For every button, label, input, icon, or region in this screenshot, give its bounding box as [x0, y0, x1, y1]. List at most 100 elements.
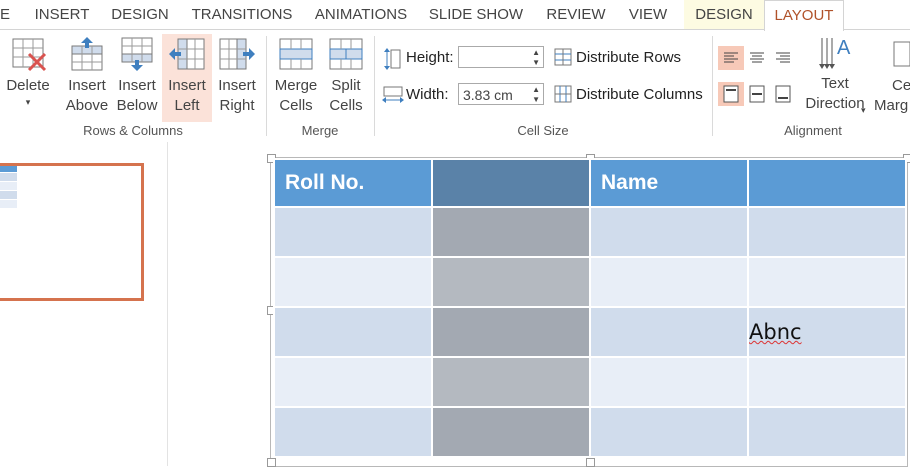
tab-home-partial[interactable]: E	[0, 0, 12, 30]
spin-up-icon[interactable]: ▲	[532, 85, 540, 95]
table-cell[interactable]	[747, 256, 907, 308]
table-cell[interactable]	[589, 406, 749, 458]
insert-below-button[interactable]: Insert Below	[112, 36, 162, 122]
row-height-icon	[384, 48, 402, 74]
width-value: 3.83 cm	[463, 87, 513, 103]
align-middle-button[interactable]	[744, 82, 770, 106]
table-header-cell[interactable]: Roll No.	[273, 158, 433, 208]
cell-margins-icon	[888, 36, 910, 72]
table-cell[interactable]	[431, 406, 591, 458]
slide-thumbnail[interactable]	[0, 163, 144, 301]
align-center-button[interactable]	[744, 46, 770, 70]
align-bottom-icon	[775, 85, 791, 103]
table-row	[273, 256, 907, 308]
tab-review[interactable]: REVIEW	[540, 0, 612, 30]
text-direction-label-2: Direction	[805, 95, 865, 112]
split-cells-label-1: Split	[331, 77, 361, 94]
align-top-icon	[723, 85, 739, 103]
group-separator	[374, 36, 375, 136]
table-cell[interactable]	[431, 206, 591, 258]
dropdown-arrow-icon: ▾	[861, 105, 866, 115]
table-cell[interactable]	[589, 356, 749, 408]
column-width-icon	[382, 86, 404, 108]
spin-down-icon[interactable]: ▼	[532, 58, 540, 68]
spin-down-icon[interactable]: ▼	[532, 95, 540, 105]
tab-transitions[interactable]: TRANSITIONS	[184, 0, 300, 30]
tab-view[interactable]: VIEW	[620, 0, 676, 30]
height-input[interactable]: ▲ ▼	[458, 46, 544, 68]
table-header-cell[interactable]: Name	[589, 158, 749, 208]
table-cell[interactable]	[747, 356, 907, 408]
insert-left-label-1: Insert	[168, 77, 206, 94]
table-cell[interactable]	[589, 206, 749, 258]
group-label-cell-size: Cell Size	[517, 123, 569, 138]
table-header-cell[interactable]	[747, 158, 907, 208]
align-right-button[interactable]	[770, 46, 796, 70]
group-separator	[712, 36, 713, 136]
tab-design[interactable]: DESIGN	[104, 0, 176, 30]
align-right-icon	[776, 52, 790, 63]
group-label-merge: Merge	[301, 123, 339, 138]
align-bottom-button[interactable]	[770, 82, 796, 106]
delete-table-icon	[9, 36, 47, 72]
ribbon-tab-bar: E INSERT DESIGN TRANSITIONS ANIMATIONS S…	[0, 0, 910, 31]
group-label-rows-columns: Rows & Columns	[83, 123, 183, 138]
merge-cells-icon	[277, 36, 315, 72]
table-row	[273, 206, 907, 258]
insert-right-icon	[218, 36, 256, 72]
merge-cells-label-2: Cells	[279, 97, 313, 114]
insert-right-button[interactable]: Insert Right	[212, 36, 262, 122]
insert-above-icon	[68, 36, 106, 72]
table-cell[interactable]	[747, 206, 907, 258]
insert-above-label-1: Insert	[68, 77, 106, 94]
table-cell[interactable]	[273, 356, 433, 408]
table-cell[interactable]	[431, 306, 591, 358]
table-cell[interactable]	[273, 406, 433, 458]
tab-table-design[interactable]: DESIGN	[684, 0, 764, 30]
text-direction-icon: A	[816, 34, 854, 70]
width-input[interactable]: 3.83 cm ▲ ▼	[458, 83, 544, 105]
insert-below-icon	[118, 36, 156, 72]
insert-right-label-2: Right	[219, 97, 255, 114]
distribute-columns-icon	[554, 85, 572, 107]
table-cell[interactable]	[747, 406, 907, 458]
distribute-columns-button[interactable]: Distribute Columns	[576, 86, 703, 103]
table-cell[interactable]	[589, 256, 749, 308]
split-cells-label-2: Cells	[329, 97, 363, 114]
align-left-icon	[724, 52, 738, 63]
tab-insert[interactable]: INSERT	[28, 0, 96, 30]
distribute-rows-button[interactable]: Distribute Rows	[576, 49, 681, 66]
align-top-button[interactable]	[718, 82, 744, 106]
merge-cells-button[interactable]: Merge Cells	[270, 36, 322, 122]
table-row	[273, 356, 907, 408]
table-cell[interactable]	[589, 306, 749, 358]
align-left-button[interactable]	[718, 46, 744, 70]
table-cell-text[interactable]: Abnc	[747, 306, 907, 358]
delete-label: Delete	[6, 77, 50, 94]
delete-button[interactable]: Delete ▾	[2, 36, 54, 118]
table-header-cell[interactable]	[431, 158, 591, 208]
slide-table[interactable]: Roll No. Name Abnc	[273, 158, 907, 458]
text-direction-button[interactable]: A Text Direction	[800, 34, 870, 120]
tab-table-layout[interactable]: LAYOUT	[764, 0, 844, 31]
table-cell[interactable]	[273, 206, 433, 258]
insert-left-label-2: Left	[174, 97, 200, 114]
tab-slide-show[interactable]: SLIDE SHOW	[424, 0, 528, 30]
table-cell[interactable]	[431, 256, 591, 308]
height-label: Height:	[406, 49, 454, 66]
table-cell[interactable]	[273, 306, 433, 358]
cell-margins-button[interactable]: Ce Marg	[872, 36, 910, 122]
insert-above-button[interactable]: Insert Above	[62, 36, 112, 122]
width-label: Width:	[406, 86, 449, 103]
align-center-icon	[750, 52, 764, 63]
insert-left-button[interactable]: Insert Left	[162, 34, 212, 122]
cell-text: Abnc	[749, 320, 802, 344]
spin-up-icon[interactable]: ▲	[532, 48, 540, 58]
split-cells-button[interactable]: Split Cells	[322, 36, 370, 122]
table-cell[interactable]	[431, 356, 591, 408]
merge-cells-label-1: Merge	[274, 77, 318, 94]
table-row: Abnc	[273, 306, 907, 358]
tab-animations[interactable]: ANIMATIONS	[306, 0, 416, 30]
table-cell[interactable]	[273, 256, 433, 308]
ribbon: Delete ▾ Insert Above Insert Below Inser…	[0, 29, 910, 143]
